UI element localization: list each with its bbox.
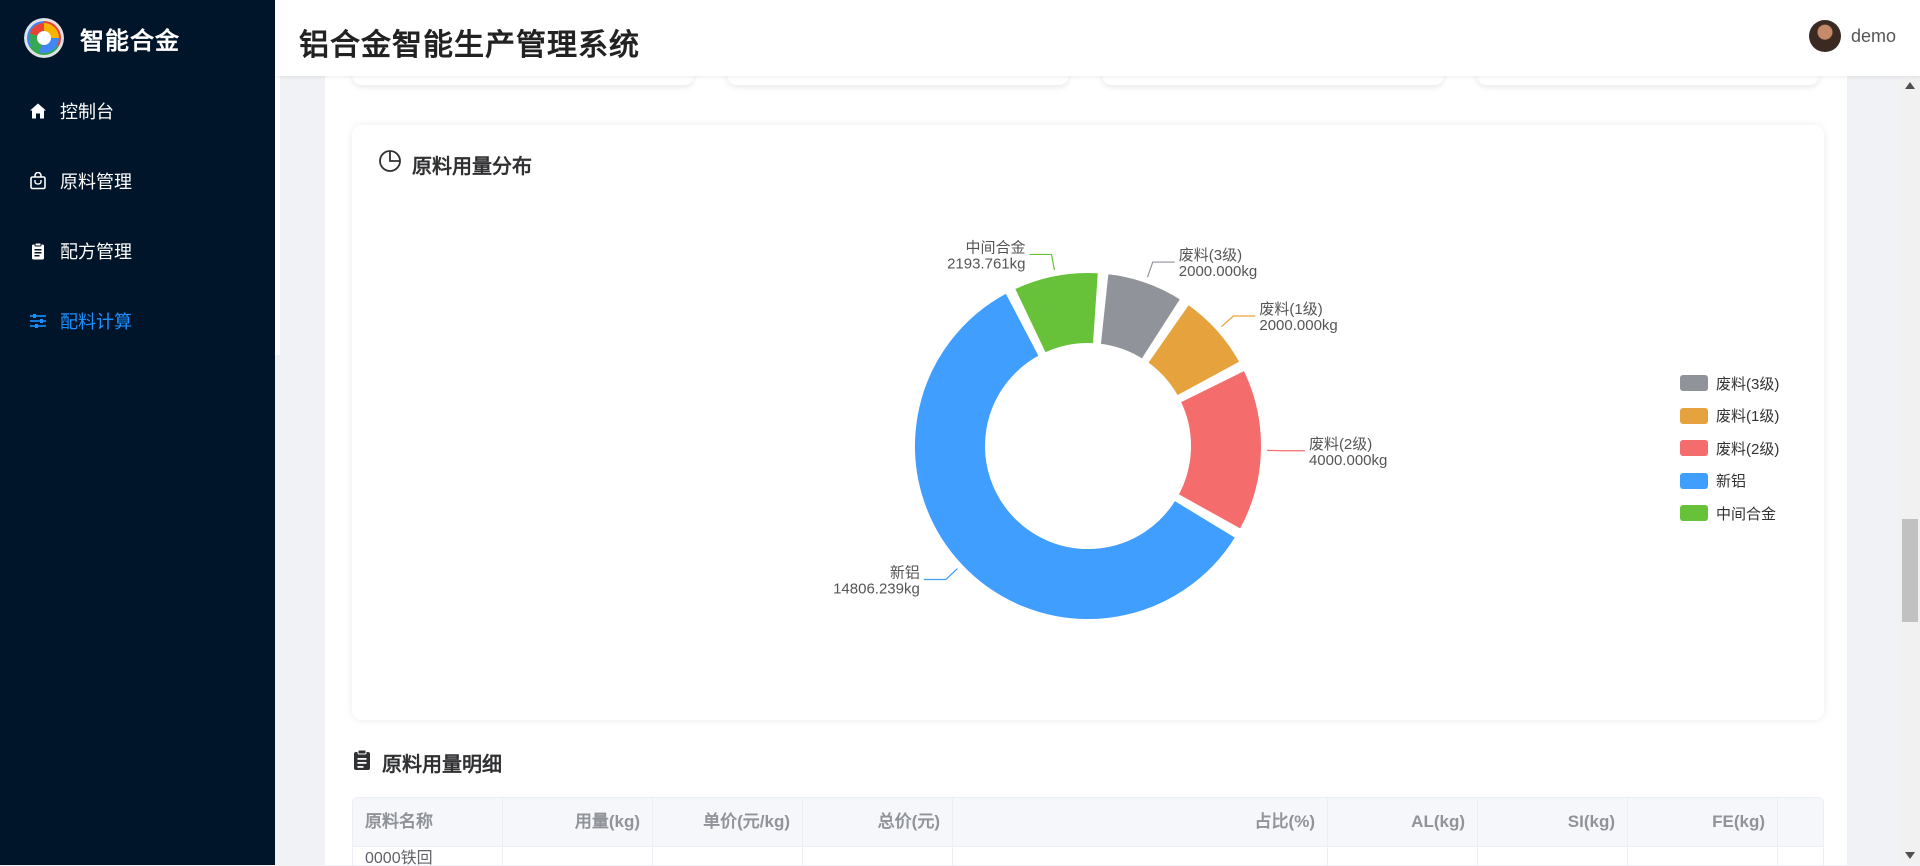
table-cell xyxy=(1478,847,1628,866)
table-cell xyxy=(503,847,653,866)
page-scrollbar[interactable] xyxy=(1900,76,1920,865)
chart-legend: 废料(3级) 废料(1级) 废料(2级) 新铝中间合金 xyxy=(1680,367,1779,530)
bag-icon xyxy=(28,171,48,191)
column-header[interactable]: 总价(元) xyxy=(803,798,953,846)
legend-swatch xyxy=(1680,440,1708,456)
sidebar-item-label: 配方管理 xyxy=(60,238,132,264)
table-cell xyxy=(803,847,953,866)
column-header[interactable]: 原料名称 xyxy=(353,798,503,846)
logo-icon xyxy=(24,18,64,58)
sidebar-item-dashboard[interactable]: 控制台 xyxy=(0,76,275,146)
clipboard-icon xyxy=(28,241,48,261)
legend-item[interactable]: 新铝 xyxy=(1680,465,1779,498)
header: 铝合金智能生产管理系统 demo xyxy=(275,0,1920,76)
sidebar-menu: 控制台 原料管理 配方管理 配料计算 xyxy=(0,76,275,356)
brand-name: 智能合金 xyxy=(80,21,180,56)
legend-swatch xyxy=(1680,408,1708,424)
legend-item[interactable]: 废料(3级) xyxy=(1680,367,1779,400)
scroll-down-icon[interactable] xyxy=(1905,852,1915,859)
sidebar-item-materials[interactable]: 原料管理 xyxy=(0,146,275,216)
slice-name-label: 废料(2级) xyxy=(1309,436,1372,453)
user-menu[interactable]: demo xyxy=(1809,20,1896,52)
sliders-icon xyxy=(28,311,48,331)
leader-line xyxy=(924,569,958,580)
slice-value-label: 4000.000kg xyxy=(1309,452,1387,469)
legend-label: 废料(2级) xyxy=(1716,438,1779,459)
scrollbar-thumb[interactable] xyxy=(1902,519,1918,622)
table-header: 原料名称 用量(kg) 单价(元/kg) 总价(元) 占比(%) AL(kg) … xyxy=(353,798,1823,847)
table-cell: 0000铁回 xyxy=(353,847,503,866)
column-header[interactable]: FE(kg) xyxy=(1628,798,1778,846)
avatar xyxy=(1809,20,1841,52)
detail-title-text: 原料用量明细 xyxy=(382,748,502,777)
slice-value-label: 2193.761kg xyxy=(947,255,1025,272)
legend-item[interactable]: 废料(1级) xyxy=(1680,400,1779,433)
slice-name-label: 废料(3级) xyxy=(1179,247,1242,264)
donut-chart: 废料(3级)2000.000kg废料(1级)2000.000kg废料(2级)40… xyxy=(352,125,1824,720)
column-header[interactable]: 用量(kg) xyxy=(503,798,653,846)
table-cell xyxy=(1328,847,1478,866)
legend-swatch xyxy=(1680,375,1708,391)
slice-value-label: 2000.000kg xyxy=(1179,263,1257,280)
legend-item[interactable]: 废料(2级) xyxy=(1680,432,1779,465)
legend-label: 新铝 xyxy=(1716,470,1746,491)
sidebar-item-label: 原料管理 xyxy=(60,168,132,194)
slice-value-label: 14806.239kg xyxy=(833,580,920,597)
leader-line xyxy=(1147,262,1174,277)
column-header xyxy=(1778,798,1823,846)
legend-label: 中间合金 xyxy=(1716,503,1776,524)
sidebar-item-label: 配料计算 xyxy=(60,308,132,334)
table-cell xyxy=(1628,847,1778,866)
username: demo xyxy=(1851,26,1896,47)
slice-name-label: 新铝 xyxy=(890,564,920,581)
sidebar-item-batching[interactable]: 配料计算 xyxy=(0,286,275,356)
column-header[interactable]: AL(kg) xyxy=(1328,798,1478,846)
table-cell xyxy=(953,847,1328,866)
leader-line xyxy=(1221,316,1255,327)
clipboard-icon xyxy=(352,749,372,777)
legend-swatch xyxy=(1680,505,1708,521)
sidebar-item-label: 控制台 xyxy=(60,98,114,124)
table-cell xyxy=(653,847,803,866)
scroll-up-icon[interactable] xyxy=(1905,82,1915,89)
home-icon xyxy=(28,101,48,121)
legend-label: 废料(1级) xyxy=(1716,405,1779,426)
page-title: 铝合金智能生产管理系统 xyxy=(299,20,640,64)
slice-name-label: 废料(1级) xyxy=(1259,301,1322,318)
leader-line xyxy=(1029,254,1054,270)
column-header[interactable]: 单价(元/kg) xyxy=(653,798,803,846)
slice-value-label: 2000.000kg xyxy=(1259,317,1337,334)
slice-name-label: 中间合金 xyxy=(965,239,1025,256)
legend-swatch xyxy=(1680,473,1708,489)
column-header[interactable]: SI(kg) xyxy=(1478,798,1628,846)
legend-item[interactable]: 中间合金 xyxy=(1680,497,1779,530)
detail-table: 原料名称 用量(kg) 单价(元/kg) 总价(元) 占比(%) AL(kg) … xyxy=(352,797,1824,866)
detail-title: 原料用量明细 xyxy=(352,748,502,777)
sidebar-item-recipes[interactable]: 配方管理 xyxy=(0,216,275,286)
table-row[interactable]: 0000铁回 xyxy=(353,847,1823,866)
brand[interactable]: 智能合金 xyxy=(0,0,275,76)
sidebar: 智能合金 控制台 原料管理 配方管理 配料计算 xyxy=(0,0,275,865)
table-cell xyxy=(1778,847,1823,866)
legend-label: 废料(3级) xyxy=(1716,373,1779,394)
column-header[interactable]: 占比(%) xyxy=(953,798,1328,846)
